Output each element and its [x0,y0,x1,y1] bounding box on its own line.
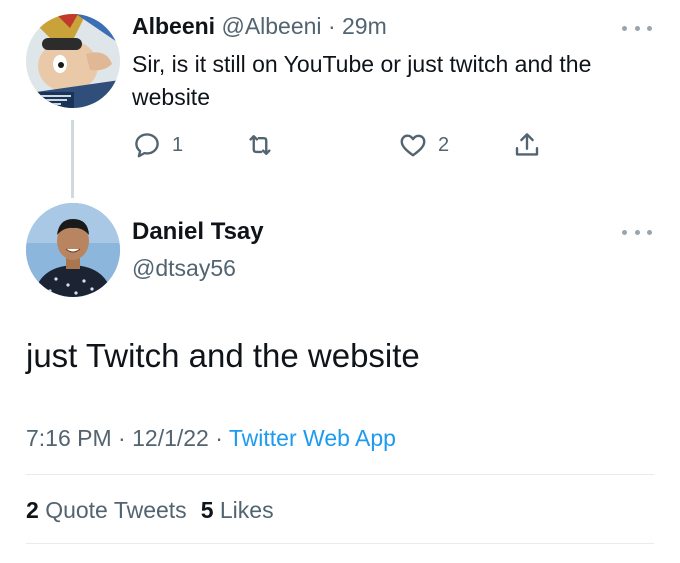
like-count: 2 [438,133,450,156]
reply-author-name[interactable]: Albeeni [132,13,215,39]
cartoon-avatar-icon [26,14,120,108]
quote-tweets-label: Quote Tweets [45,497,187,523]
tweet-stats: 2 Quote Tweets 5 Likes [26,494,274,526]
retweet-icon [249,135,271,155]
tweet-more-options-icon[interactable] [622,226,652,238]
divider [26,543,654,544]
heart-icon [400,134,426,157]
reply-header: Albeeni @Albeeni · 29m [132,10,387,42]
reply-more-options-icon[interactable] [622,22,652,34]
reply-button[interactable]: 1 [132,128,183,162]
quote-tweets-count: 2 [26,497,39,523]
divider [26,474,654,475]
tweet-source-link[interactable]: Twitter Web App [229,425,396,451]
reply-author-avatar[interactable] [26,14,120,108]
reply-action-bar: 1 2 [132,128,562,162]
thread-connector-line [71,120,74,198]
tweet-text: just Twitch and the website [26,337,420,374]
like-button[interactable]: 2 [398,128,449,162]
tweet-meta: 7:16 PM · 12/1/22 · Twitter Web App [26,422,396,454]
share-upload-icon [515,133,539,156]
tweet-author-name[interactable]: Daniel Tsay [132,216,264,248]
meta-separator: · [118,425,126,451]
likes-count: 5 [200,497,214,523]
reply-separator: · [327,13,336,39]
reply-count: 1 [172,133,184,156]
likes-label: Likes [219,497,274,523]
meta-separator: · [215,425,223,451]
reply-timestamp[interactable]: 29m [342,13,387,39]
quote-tweets-stat[interactable]: 2 Quote Tweets [26,497,187,523]
reply-text: Sir, is it still on YouTube or just twit… [132,51,592,110]
retweet-button[interactable] [244,128,276,162]
tweet-time[interactable]: 7:16 PM [26,425,112,451]
tweet-author-handle[interactable]: @dtsay56 [132,252,236,284]
comment-bubble-icon [135,133,159,158]
share-button[interactable] [512,128,542,162]
tweet-author-avatar[interactable] [26,203,120,297]
profile-photo-avatar-icon [26,203,120,297]
reply-author-handle[interactable]: @Albeeni [221,13,321,39]
likes-stat[interactable]: 5 Likes [201,497,274,523]
tweet-date[interactable]: 12/1/22 [132,425,209,451]
